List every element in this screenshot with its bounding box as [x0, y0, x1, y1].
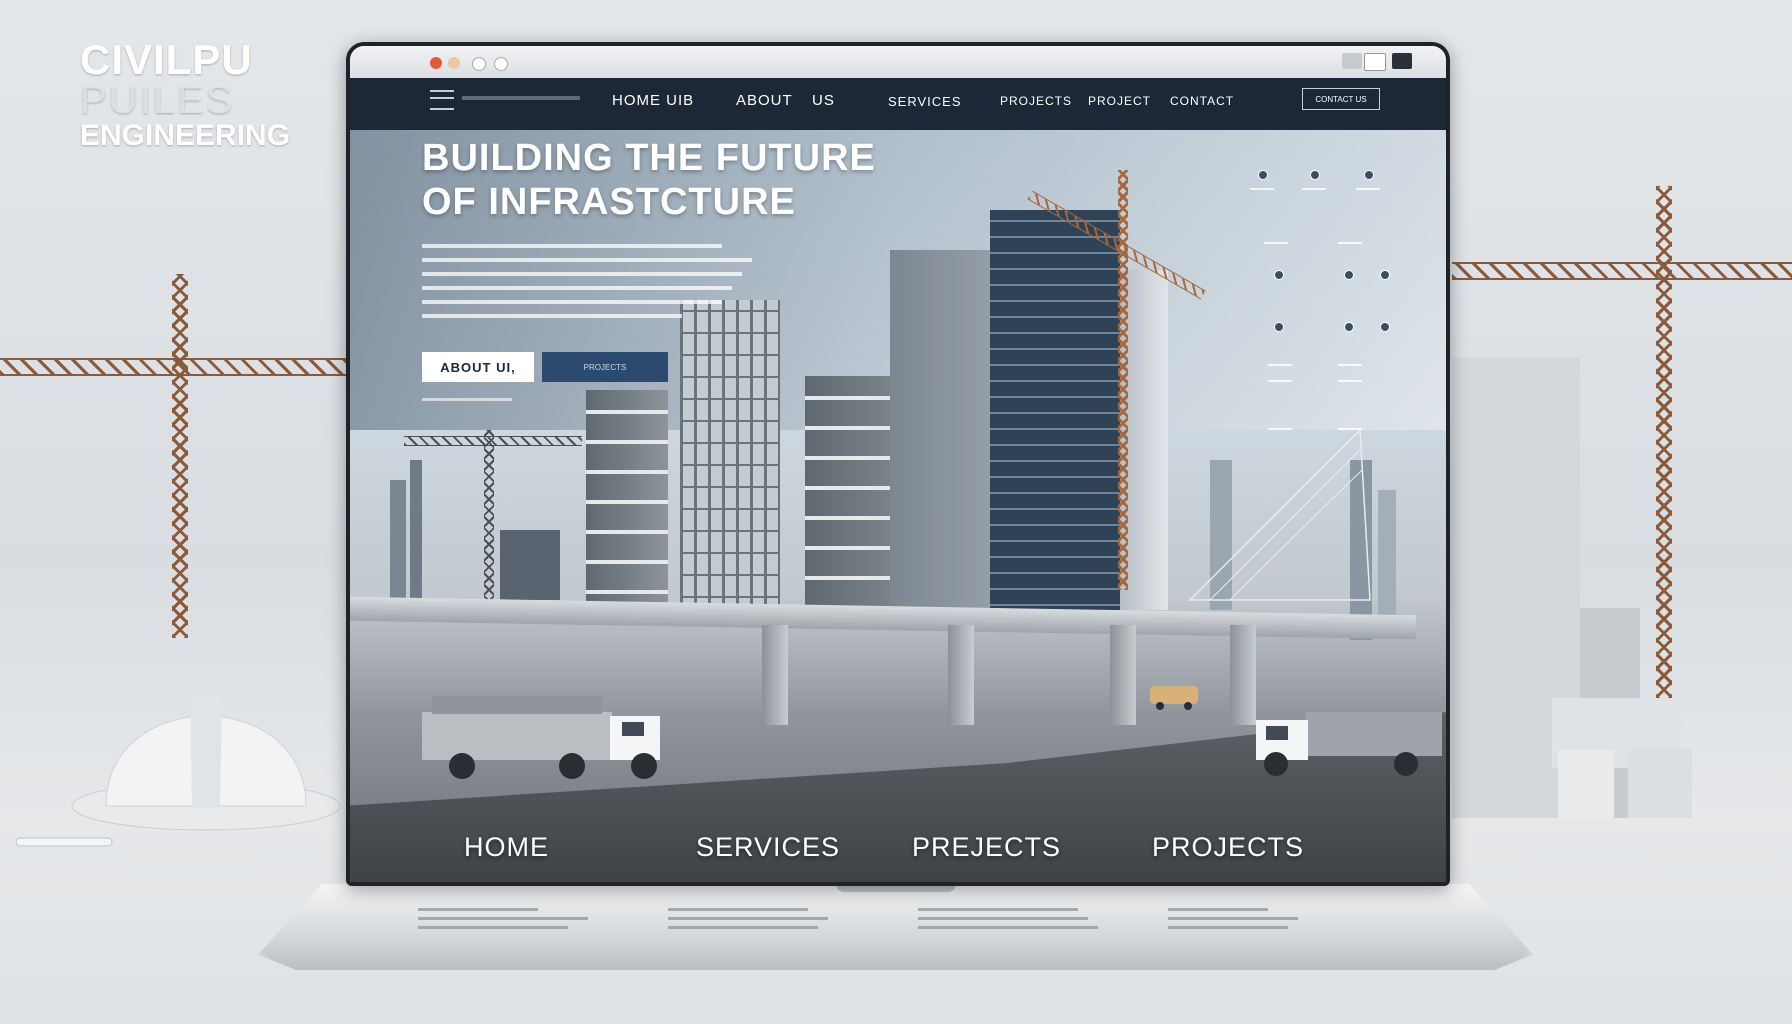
info-dot-icon[interactable] — [1310, 170, 1320, 180]
pen-illustration — [16, 837, 113, 847]
info-dot-icon[interactable] — [1380, 270, 1390, 280]
right-buildings-illustration — [1452, 358, 1692, 818]
info-dot-icon[interactable] — [1380, 322, 1390, 332]
hard-hat-illustration — [71, 696, 341, 831]
nav-item-home[interactable]: HOME UIB — [612, 92, 694, 109]
about-us-button[interactable]: ABOUT UI, — [422, 352, 534, 382]
bottom-nav-prejects[interactable]: PREJECTS — [912, 832, 1061, 863]
hero-footnote — [422, 398, 512, 401]
hero-title-line-1: BUILDING THE FUTURE — [422, 137, 876, 179]
info-dot-icon[interactable] — [1258, 170, 1268, 180]
site-logo-text — [462, 96, 580, 100]
brand-logo-text: CIVILPU PUILES ENGINEERING — [80, 36, 290, 153]
info-dot-icon[interactable] — [1364, 170, 1374, 180]
brand-line-2: PUILES — [80, 78, 235, 122]
dump-truck-right — [1256, 712, 1442, 776]
bottom-nav-home[interactable]: HOME — [464, 832, 549, 863]
van-illustration — [1150, 686, 1198, 710]
nav-item-project[interactable]: PROJECT — [1088, 94, 1151, 108]
scaffold-tower — [680, 300, 780, 620]
info-dot-icon[interactable] — [1344, 322, 1354, 332]
dump-truck-left — [422, 696, 660, 779]
menu-icon[interactable] — [430, 90, 454, 110]
maximize-window-icon[interactable] — [472, 57, 486, 71]
minimize-window-icon[interactable] — [448, 57, 460, 69]
hero-title: BUILDING THE FUTURE OF INFRASTCTURE — [422, 136, 876, 224]
base-text-block-2 — [668, 902, 858, 935]
nav-item-services[interactable]: SERVICES — [888, 94, 962, 109]
tower-crane-right — [1118, 170, 1128, 590]
website-viewport: HOME UIB ABOUT US SERVICES PROJECTS PROJ… — [350, 46, 1446, 882]
scene-background: CIVILPU PUILES ENGINEERING HOME UIB ABOU… — [0, 0, 1792, 1024]
hero-title-line-2: OF INFRASTCTURE — [422, 181, 796, 223]
nav-item-about[interactable]: ABOUT — [736, 92, 793, 109]
nav-item-projects[interactable]: PROJECTS — [1000, 94, 1072, 108]
close-window-icon[interactable] — [430, 57, 442, 69]
nav-item-contact[interactable]: CONTACT — [1170, 94, 1234, 108]
laptop-screen-frame: HOME UIB ABOUT US SERVICES PROJECTS PROJ… — [346, 42, 1450, 886]
bottom-nav-services[interactable]: SERVICES — [696, 832, 840, 863]
info-dot-icon[interactable] — [1344, 270, 1354, 280]
site-navbar: HOME UIB ABOUT US SERVICES PROJECTS PROJ… — [350, 78, 1446, 130]
brand-line-3: ENGINEERING — [80, 119, 291, 152]
brand-line-1: CIVILPU — [80, 36, 253, 83]
info-dot-icon[interactable] — [1274, 322, 1284, 332]
hero-section: BUILDING THE FUTURE OF INFRASTCTURE ABOU… — [350, 130, 1446, 882]
tower-crane-left — [484, 430, 494, 620]
bottom-nav-projects[interactable]: PROJECTS — [1152, 832, 1304, 863]
projects-button[interactable]: PROJECTS — [542, 352, 668, 382]
browser-control-3[interactable] — [1392, 53, 1412, 69]
base-text-block-1 — [418, 902, 608, 935]
laptop-base — [258, 884, 1533, 970]
nav-contact-button[interactable]: CONTACT US — [1302, 88, 1380, 110]
browser-control-1[interactable] — [1342, 53, 1362, 69]
base-text-block-3 — [918, 902, 1108, 935]
base-text-block-4 — [1168, 902, 1358, 935]
building-under-construction-1 — [586, 390, 668, 620]
bottom-navigation: HOME SERVICES PREJECTS PROJECTS — [350, 832, 1446, 872]
nav-item-us[interactable]: US — [812, 92, 835, 109]
glass-tower — [990, 210, 1120, 620]
browser-control-2[interactable] — [1364, 53, 1386, 71]
hero-description — [422, 234, 752, 328]
browser-chrome — [350, 46, 1446, 78]
info-dot-icon[interactable] — [1274, 270, 1284, 280]
window-dot-icon — [494, 57, 508, 71]
